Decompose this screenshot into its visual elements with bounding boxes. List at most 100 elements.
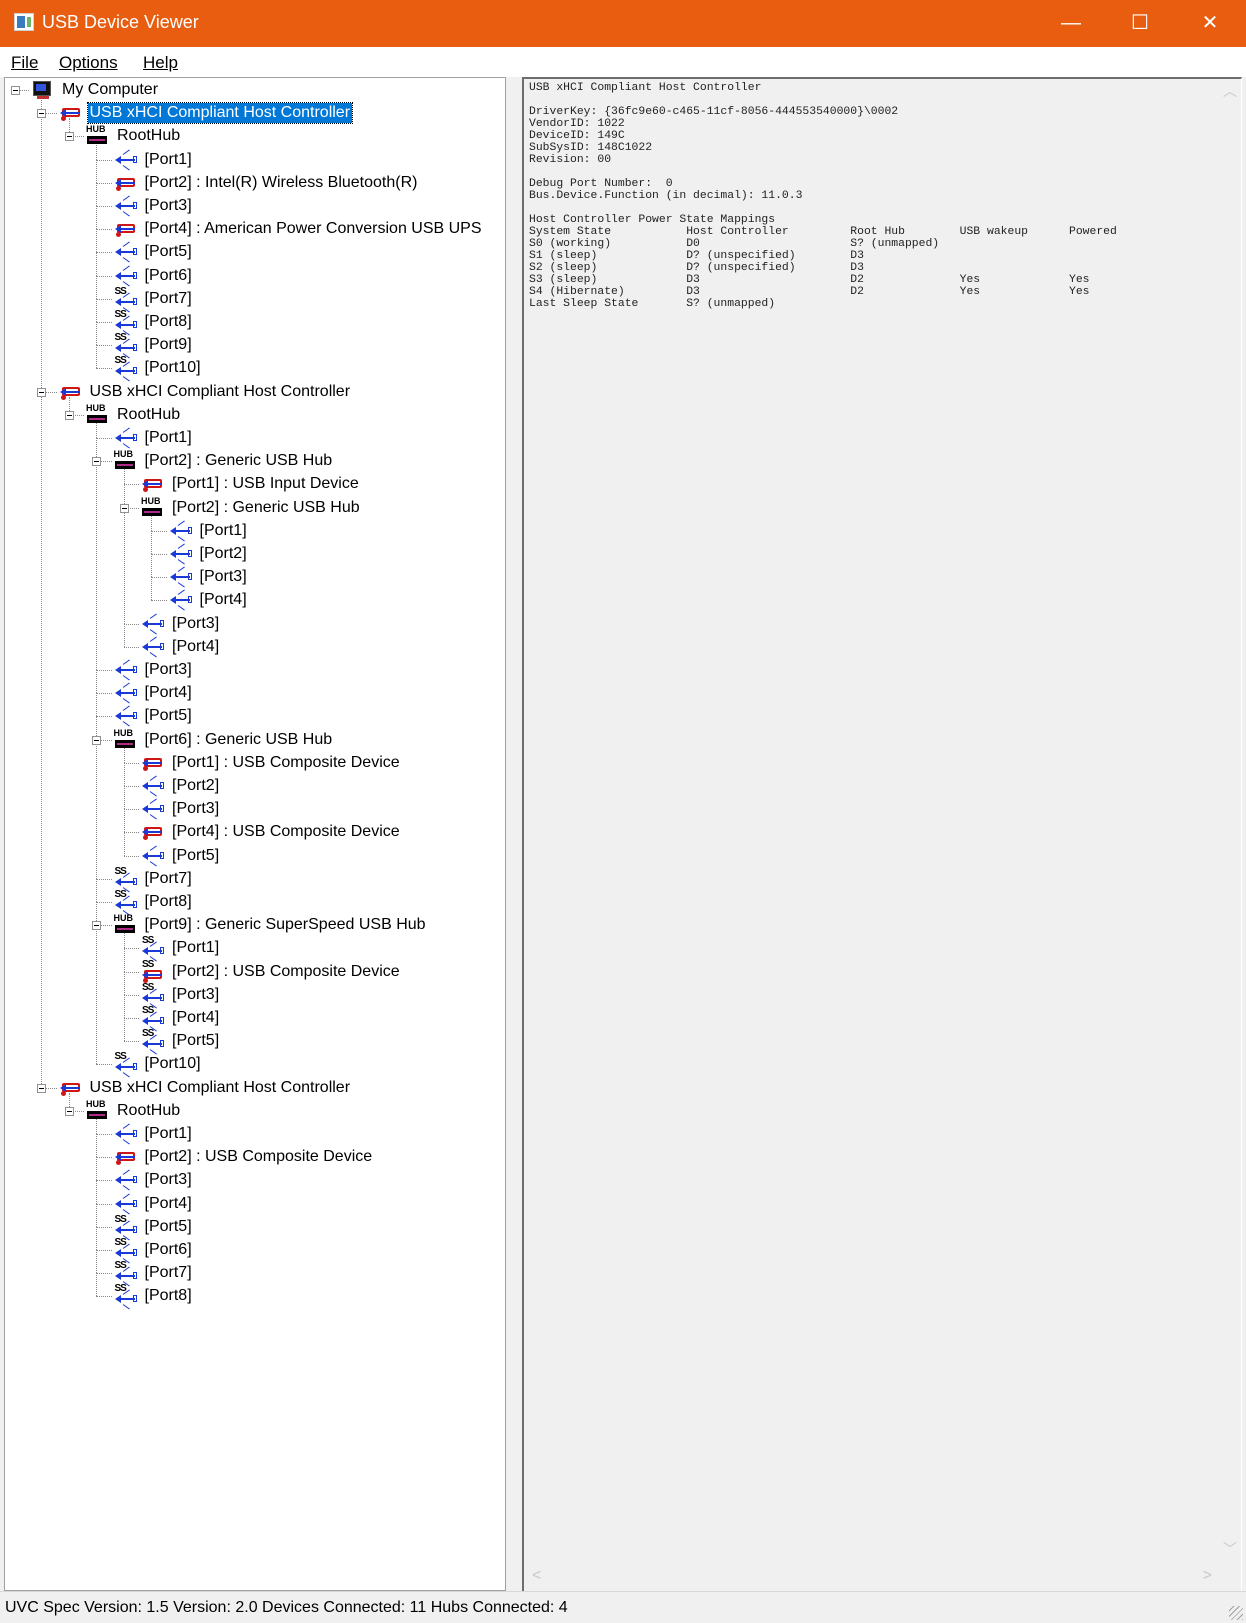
computer-icon (31, 80, 55, 100)
usb-device-icon (114, 173, 138, 193)
collapse-toggle-icon[interactable] (119, 503, 129, 513)
collapse-toggle-icon[interactable] (92, 921, 101, 931)
superspeed-port-icon: SS (141, 1005, 165, 1032)
tree-connector (96, 1250, 97, 1274)
superspeed-port-icon: SS (114, 1260, 138, 1287)
usb-port-icon (114, 241, 138, 263)
tree-item-label: [Port1] : USB Input Device (172, 475, 359, 493)
collapse-toggle-icon[interactable] (11, 86, 20, 95)
tree-connector (96, 229, 112, 231)
menu-file[interactable]: File (11, 53, 38, 73)
superspeed-port-icon: SS (114, 1237, 138, 1264)
tree-connector (96, 206, 112, 207)
tree-connector (96, 1273, 112, 1275)
tree-connector (96, 1157, 112, 1159)
usb-device-icon (59, 103, 83, 123)
scroll-left-icon[interactable]: < (532, 1567, 541, 1585)
status-text: UVC Spec Version: 1.5 Version: 2.0 Devic… (5, 1599, 568, 1616)
tree-connector (41, 391, 42, 1088)
tree-connector (96, 182, 112, 184)
tree-connector (96, 1203, 97, 1227)
menu-options[interactable]: Options (59, 53, 118, 73)
usb-port-icon (114, 682, 138, 704)
collapse-toggle-icon[interactable] (92, 735, 101, 745)
tree-connector (96, 229, 97, 253)
hub-icon: HUB (86, 124, 110, 146)
collapse-toggle-icon[interactable] (64, 132, 74, 142)
tree-connector (151, 554, 167, 555)
superspeed-port-icon: SS (114, 1051, 138, 1078)
usb-port-icon (141, 636, 165, 658)
tree-item-label: [Port5] (144, 243, 192, 261)
superspeed-port-icon: SS (114, 355, 138, 382)
minimize-button[interactable]: — (1036, 0, 1106, 47)
tree-item-label: [Port6] (144, 266, 192, 284)
tree-connector (123, 1018, 125, 1042)
collapse-toggle-icon[interactable] (92, 457, 101, 467)
collapse-toggle-icon[interactable] (37, 1083, 46, 1093)
superspeed-port-icon: SS (114, 332, 138, 359)
tree-connector (96, 670, 97, 694)
tree-item-label: [Port3] (172, 614, 220, 632)
maximize-button[interactable]: ☐ (1105, 0, 1175, 47)
tree-item-label: [Port6] (144, 1241, 192, 1258)
hub-icon: HUB (86, 1099, 110, 1121)
collapse-toggle-icon[interactable] (64, 410, 74, 420)
tree-item-label: [Port4] (144, 684, 192, 702)
tree-connector (96, 1250, 112, 1251)
vertical-scrollbar[interactable]: ︿ ﹀ (1219, 79, 1241, 1561)
tree-item-label: [Port2] (199, 545, 247, 562)
tree-item-label: [Port3] (144, 197, 192, 214)
usb-port-icon (169, 520, 193, 542)
tree-item-label: [Port7] (144, 289, 192, 307)
collapse-toggle-icon[interactable] (64, 1106, 74, 1116)
tree-connector (123, 971, 139, 973)
collapse-toggle-icon[interactable] (37, 387, 46, 397)
tree-item-label: [Port3] (144, 1171, 192, 1189)
horizontal-scrollbar[interactable]: < > (524, 1561, 1220, 1591)
tree-item-label: [Port5] (172, 846, 220, 864)
close-button[interactable]: ✕ (1175, 0, 1245, 47)
usb-device-icon (141, 474, 165, 494)
usb-port-icon (114, 1169, 138, 1191)
tree-item-label: [Port10] (144, 359, 201, 377)
tree-item-label: [Port4] : USB Composite Device (172, 823, 400, 841)
tree-connector (96, 206, 97, 230)
superspeed-port-icon: SS (114, 309, 138, 336)
scroll-right-icon[interactable]: > (1203, 1567, 1212, 1585)
superspeed-port-icon: SS (141, 935, 165, 962)
scroll-up-icon[interactable]: ︿ (1223, 81, 1237, 101)
tree-item-label: [Port3] (144, 661, 192, 678)
tree-item-label: USB xHCI Compliant Host Controller (86, 102, 354, 125)
usb-port-icon (114, 1193, 138, 1215)
tree-item-label: [Port5] (144, 1217, 192, 1235)
tree-connector (96, 716, 112, 718)
usb-port-icon (141, 613, 165, 635)
pane-splitter[interactable] (507, 77, 521, 1591)
tree-item-label: [Port8] (144, 1287, 192, 1305)
tree-connector (151, 554, 152, 578)
tree-connector (123, 762, 139, 764)
tree-connector (123, 1018, 139, 1019)
tree-connector (96, 878, 97, 902)
scroll-down-icon[interactable]: ﹀ (1223, 1539, 1237, 1559)
tree-connector (123, 1041, 139, 1043)
tree-item-label: [Port2] : USB Composite Device (144, 1148, 373, 1166)
tree-connector (123, 994, 139, 996)
tree-item-label: [Port2] : Intel(R) Wireless Bluetooth(R) (144, 173, 418, 191)
tree-item-label: [Port9] (144, 336, 192, 354)
tree-connector (96, 1157, 97, 1181)
tree-connector (123, 855, 139, 857)
tree-connector (96, 298, 112, 300)
collapse-toggle-icon[interactable] (37, 109, 46, 119)
tree-item-label: [Port2] (172, 777, 220, 794)
tree-item-label: USB xHCI Compliant Host Controller (89, 1078, 351, 1096)
resize-grip-icon[interactable] (1229, 1606, 1243, 1620)
tree-connector (96, 159, 97, 183)
tree-connector (96, 1064, 112, 1066)
usb-port-icon (114, 265, 138, 287)
tree-item-label: [Port8] (144, 893, 192, 910)
device-tree[interactable]: My Computer USB xHCI Compliant Host Contr… (4, 77, 506, 1591)
tree-connector (123, 623, 125, 647)
menu-help[interactable]: Help (143, 53, 178, 73)
